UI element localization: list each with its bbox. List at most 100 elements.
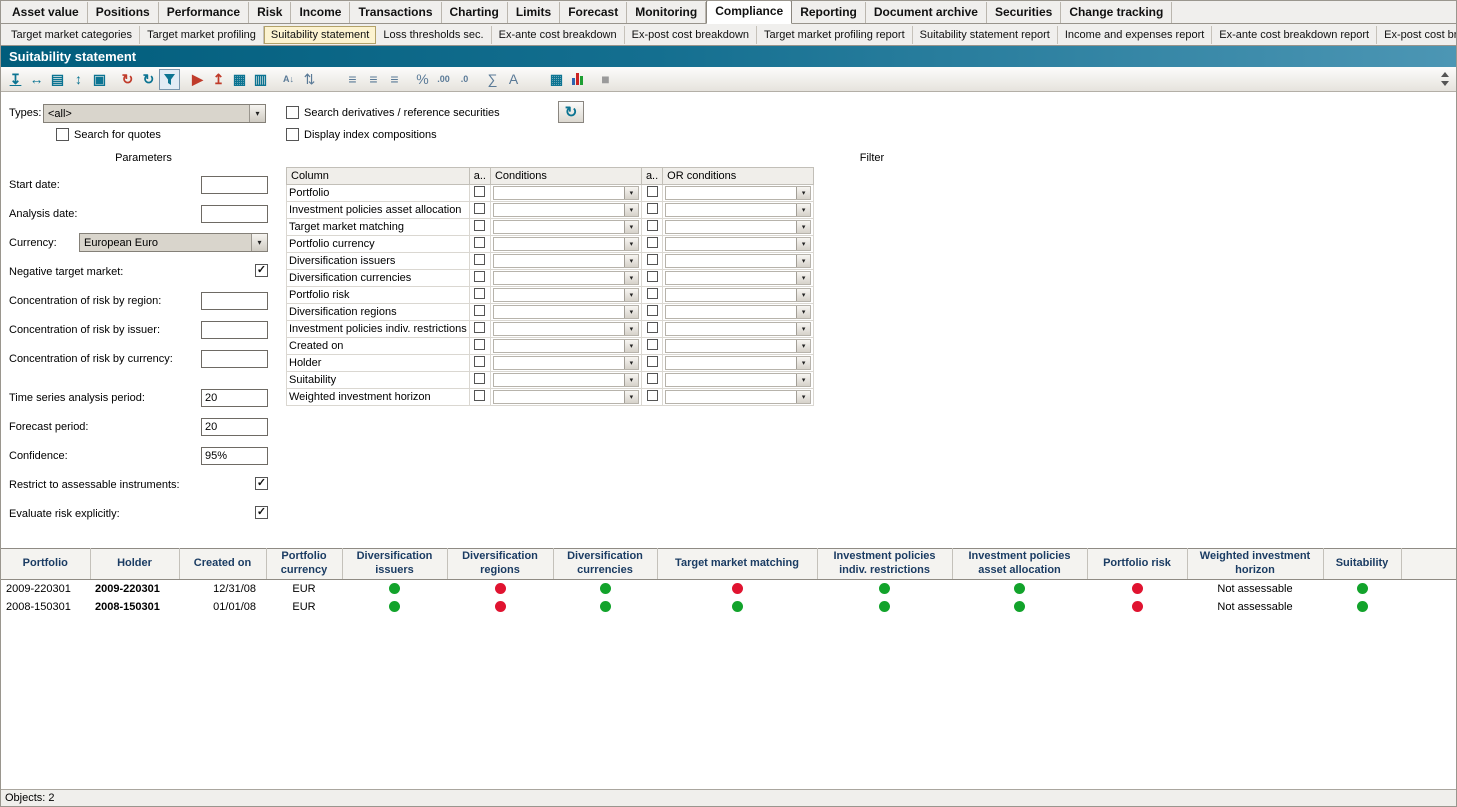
or-condition-dropdown[interactable] [665,390,811,404]
or-and-checkbox[interactable] [647,288,658,299]
condition-dropdown[interactable] [493,305,639,319]
subtab-ex-ante-cost-breakdown[interactable]: Ex-ante cost breakdown [492,26,625,44]
or-and-checkbox[interactable] [647,271,658,282]
and-checkbox[interactable] [474,271,485,282]
or-and-checkbox[interactable] [647,186,658,197]
tab-document-archive[interactable]: Document archive [866,2,987,23]
time-series-period-input[interactable] [201,389,268,407]
expand-view-icon[interactable]: ▣ [89,69,110,90]
refresh-view-icon[interactable]: ↻ [138,69,159,90]
or-condition-dropdown[interactable] [665,288,811,302]
and-checkbox[interactable] [474,220,485,231]
subtab-suitability-statement[interactable]: Suitability statement [264,26,376,44]
and-checkbox[interactable] [474,186,485,197]
tab-transactions[interactable]: Transactions [350,2,441,23]
table-view-icon[interactable]: ▦ [546,69,567,90]
drill-down-icon[interactable]: ▶ [187,69,208,90]
percent-format-icon[interactable]: % [412,69,433,90]
and-checkbox[interactable] [474,322,485,333]
chart-view-icon[interactable] [567,69,588,90]
header-diversification-currencies[interactable]: Diversification currencies [553,549,657,580]
and-checkbox[interactable] [474,254,485,265]
confidence-input[interactable] [201,447,268,465]
or-condition-dropdown[interactable] [665,203,811,217]
condition-dropdown[interactable] [493,237,639,251]
and-checkbox[interactable] [474,237,485,248]
sort-ascending-icon[interactable]: A↓ [278,69,299,90]
or-condition-dropdown[interactable] [665,373,811,387]
and-checkbox[interactable] [474,288,485,299]
export-table-icon[interactable]: ↧ [5,69,26,90]
header-inv-policies-indiv-restrictions[interactable]: Investment policies indiv. restrictions [817,549,952,580]
reload-data-icon[interactable]: ↻ [117,69,138,90]
forecast-period-input[interactable] [201,418,268,436]
or-and-checkbox[interactable] [647,373,658,384]
subtab-ex-post-cost-breakdown[interactable]: Ex-post cost breakdown [625,26,757,44]
fit-row-height-icon[interactable]: ↕ [68,69,89,90]
subtab-target-market-profiling[interactable]: Target market profiling [140,26,264,44]
tab-positions[interactable]: Positions [88,2,159,23]
or-condition-dropdown[interactable] [665,254,811,268]
condition-dropdown[interactable] [493,186,639,200]
analysis-date-input[interactable] [201,205,268,223]
concentration-issuer-input[interactable] [201,321,268,339]
toolbar-overflow-down-icon[interactable] [1441,81,1449,86]
condition-dropdown[interactable] [493,220,639,234]
subtab-target-market-categories[interactable]: Target market categories [4,26,140,44]
align-center-icon[interactable]: ≡ [363,69,384,90]
condition-dropdown[interactable] [493,356,639,370]
copy-table-icon[interactable]: ▥ [250,69,271,90]
align-left-icon[interactable]: ≡ [342,69,363,90]
condition-dropdown[interactable] [493,339,639,353]
condition-dropdown[interactable] [493,203,639,217]
restrict-assessable-checkbox[interactable] [255,477,268,490]
or-and-checkbox[interactable] [647,237,658,248]
sort-order-icon[interactable]: ⇅ [299,69,320,90]
or-and-checkbox[interactable] [647,339,658,350]
or-condition-dropdown[interactable] [665,305,811,319]
header-target-market-matching[interactable]: Target market matching [657,549,817,580]
or-and-checkbox[interactable] [647,203,658,214]
toolbar-overflow-up-icon[interactable] [1441,72,1449,77]
header-inv-policies-asset-allocation[interactable]: Investment policies asset allocation [952,549,1087,580]
or-and-checkbox[interactable] [647,254,658,265]
tab-reporting[interactable]: Reporting [792,2,866,23]
or-condition-dropdown[interactable] [665,322,811,336]
condition-dropdown[interactable] [493,288,639,302]
align-right-icon[interactable]: ≡ [384,69,405,90]
condition-dropdown[interactable] [493,271,639,285]
and-checkbox[interactable] [474,373,485,384]
concentration-region-input[interactable] [201,292,268,310]
search-derivatives-checkbox[interactable]: Search derivatives / reference securitie… [286,106,500,119]
font-icon[interactable]: A [503,69,524,90]
fit-column-width-icon[interactable]: ↔ [26,69,47,90]
and-checkbox[interactable] [474,356,485,367]
tab-asset-value[interactable]: Asset value [4,2,88,23]
subtab-ex-post-cost-breakdown-report[interactable]: Ex-post cost bre [1377,26,1456,44]
table-row[interactable]: 2008-150301 2008-150301 01/01/08 EUR Not… [1,598,1457,616]
header-portfolio-risk[interactable]: Portfolio risk [1087,549,1187,580]
export-selection-icon[interactable]: ↥ [208,69,229,90]
or-condition-dropdown[interactable] [665,237,811,251]
header-portfolio[interactable]: Portfolio [1,549,90,580]
report-grid-icon[interactable]: ▦ [229,69,250,90]
condition-dropdown[interactable] [493,373,639,387]
tab-performance[interactable]: Performance [159,2,249,23]
tab-change-tracking[interactable]: Change tracking [1061,2,1172,23]
or-and-checkbox[interactable] [647,322,658,333]
tab-income[interactable]: Income [291,2,350,23]
header-weighted-investment-horizon[interactable]: Weighted investment horizon [1187,549,1323,580]
or-and-checkbox[interactable] [647,220,658,231]
table-row[interactable]: 2009-220301 2009-220301 12/31/08 EUR Not… [1,580,1457,598]
or-condition-dropdown[interactable] [665,186,811,200]
tab-monitoring[interactable]: Monitoring [627,2,706,23]
or-and-checkbox[interactable] [647,390,658,401]
subtab-income-and-expenses-report[interactable]: Income and expenses report [1058,26,1212,44]
condition-dropdown[interactable] [493,322,639,336]
subtab-suitability-statement-report[interactable]: Suitability statement report [913,26,1058,44]
or-and-checkbox[interactable] [647,305,658,316]
column-layout-icon[interactable]: ▤ [47,69,68,90]
subtab-ex-ante-cost-breakdown-report[interactable]: Ex-ante cost breakdown report [1212,26,1377,44]
condition-dropdown[interactable] [493,390,639,404]
evaluate-risk-checkbox[interactable] [255,506,268,519]
